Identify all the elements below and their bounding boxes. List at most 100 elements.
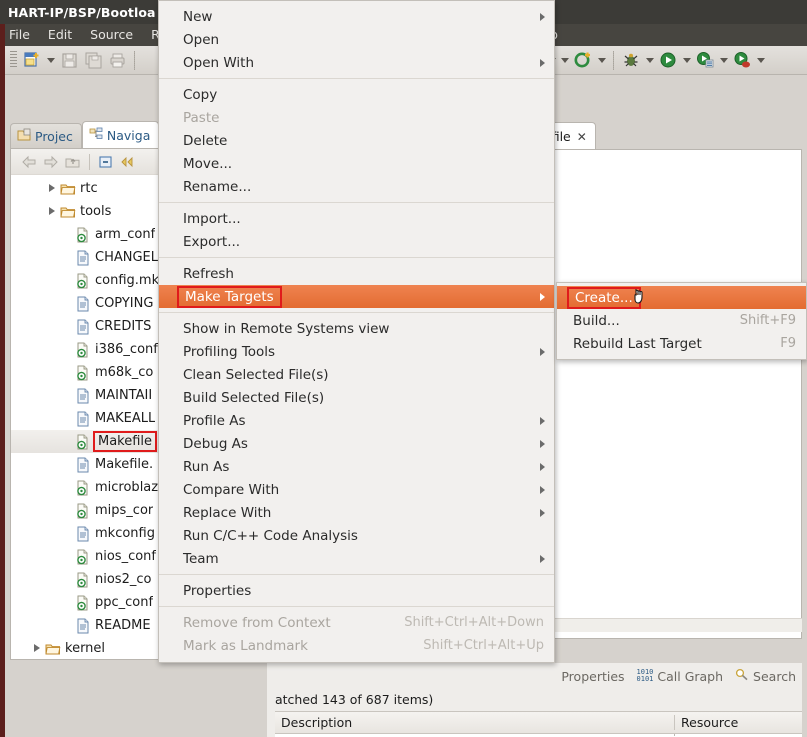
tree-item-label: Makefile <box>93 431 158 452</box>
text-file-icon <box>74 618 92 634</box>
forward-arrow-icon[interactable] <box>41 152 61 172</box>
mouse-cursor <box>632 286 652 314</box>
tab-navigator[interactable]: Naviga <box>81 121 160 149</box>
profile-icon[interactable] <box>694 49 716 71</box>
menu-item-delete[interactable]: Delete <box>159 129 554 152</box>
run-arrow[interactable] <box>680 49 693 71</box>
menu-item-profiling-tools[interactable]: Profiling Tools <box>159 340 554 363</box>
menu-item-label: Clean Selected File(s) <box>183 366 329 383</box>
c-file-icon <box>74 434 92 450</box>
menu-item-refresh[interactable]: Refresh <box>159 262 554 285</box>
problems-table-header: Description Resource <box>275 712 802 734</box>
link-with-editor-icon[interactable] <box>118 152 138 172</box>
new-c-project-icon[interactable] <box>572 49 594 71</box>
menu-separator <box>159 257 554 258</box>
file-context-menu: New Open Open With Copy Paste Delete Move... Re… <box>158 0 555 663</box>
eclipse-ide-window: HART-IP/BSP/Bootloa File Edit Source R p <box>0 0 807 737</box>
menu-item-label: Rename... <box>183 178 252 195</box>
c-file-icon <box>74 342 92 358</box>
run-last-icon[interactable] <box>731 49 753 71</box>
go-up-icon[interactable] <box>63 152 83 172</box>
run-icon[interactable] <box>657 49 679 71</box>
tree-expand-arrow-icon[interactable] <box>45 204 59 219</box>
collapse-all-icon[interactable] <box>96 152 116 172</box>
c-file-icon <box>74 365 92 381</box>
tab-search-label: Search <box>753 668 796 684</box>
menu-item-run-as[interactable]: Run As <box>159 455 554 478</box>
tab-properties[interactable]: Properties <box>557 669 624 684</box>
tab-project-explorer[interactable]: Projec <box>10 123 82 149</box>
tree-expand-arrow-icon[interactable] <box>45 181 59 196</box>
tree-item-label: CREDITS <box>95 319 152 334</box>
menu-item-rename[interactable]: Rename... <box>159 175 554 198</box>
tree-expand-arrow-icon[interactable] <box>30 641 44 656</box>
menu-item-import[interactable]: Import... <box>159 207 554 230</box>
save-icon[interactable] <box>58 49 80 71</box>
menu-item-label: Replace With <box>183 504 272 521</box>
menu-item-new[interactable]: New <box>159 5 554 28</box>
menu-item-compare-with[interactable]: Compare With <box>159 478 554 501</box>
tab-call-graph[interactable]: 1010 0101 Call Graph <box>637 669 724 684</box>
menu-item-run-c-c-code-analysis[interactable]: Run C/C++ Code Analysis <box>159 524 554 547</box>
c-file-icon <box>74 572 92 588</box>
new-dropdown-arrow[interactable] <box>44 49 57 71</box>
menu-item-debug-as[interactable]: Debug As <box>159 432 554 455</box>
menu-separator <box>159 78 554 79</box>
build-dropdown-arrow-2[interactable] <box>558 49 571 71</box>
menu-item-move[interactable]: Move... <box>159 152 554 175</box>
save-all-icon[interactable] <box>82 49 104 71</box>
menu-item-show-in-remote-systems-view[interactable]: Show in Remote Systems view <box>159 317 554 340</box>
run-last-arrow[interactable] <box>754 49 767 71</box>
menu-separator <box>159 606 554 607</box>
menu-item-paste: Paste <box>159 106 554 129</box>
menu-item-clean-selected-file-s[interactable]: Clean Selected File(s) <box>159 363 554 386</box>
menu-item-build-selected-file-s[interactable]: Build Selected File(s) <box>159 386 554 409</box>
back-arrow-icon[interactable] <box>19 152 39 172</box>
menu-item-shortcut: Shift+Ctrl+Alt+Down <box>404 615 544 630</box>
menu-item-label: Run As <box>183 458 230 475</box>
menu-item-export[interactable]: Export... <box>159 230 554 253</box>
column-header-resource[interactable]: Resource <box>675 715 738 730</box>
tree-item-label: config.mk <box>95 273 160 288</box>
menu-item-copy[interactable]: Copy <box>159 83 554 106</box>
navigator-icon <box>89 127 103 144</box>
menu-item-mark-as-landmark: Mark as Landmark Shift+Ctrl+Alt+Up <box>159 634 554 657</box>
toolbar-grip[interactable] <box>10 51 17 69</box>
make-targets-submenu: Create... Build... Shift+F9 Rebuild Last Ta… <box>556 282 807 360</box>
submenu-item-create[interactable]: Create... <box>557 286 806 309</box>
menu-item-label: Run C/C++ Code Analysis <box>183 527 358 544</box>
submenu-arrow-icon <box>540 485 545 494</box>
column-header-description[interactable]: Description <box>275 715 675 730</box>
menu-item-label: Import... <box>183 210 241 227</box>
tree-item-label: mips_cor <box>95 503 154 518</box>
menu-item-make-targets[interactable]: Make Targets <box>159 285 554 308</box>
menu-item-replace-with[interactable]: Replace With <box>159 501 554 524</box>
menu-item-profile-as[interactable]: Profile As <box>159 409 554 432</box>
tab-search[interactable]: Search <box>735 668 796 684</box>
profile-arrow[interactable] <box>717 49 730 71</box>
close-icon[interactable]: ✕ <box>577 130 587 144</box>
menu-file[interactable]: File <box>0 24 39 46</box>
submenu-item-label: Rebuild Last Target <box>573 335 702 352</box>
menu-item-team[interactable]: Team <box>159 547 554 570</box>
debug-arrow[interactable] <box>643 49 656 71</box>
print-icon[interactable] <box>106 49 128 71</box>
text-file-icon <box>74 526 92 542</box>
debug-icon[interactable] <box>620 49 642 71</box>
menu-item-open[interactable]: Open <box>159 28 554 51</box>
submenu-item-rebuild-last-target[interactable]: Rebuild Last Target F9 <box>557 332 806 355</box>
text-file-icon <box>74 411 92 427</box>
submenu-arrow-icon <box>540 12 545 21</box>
menu-edit[interactable]: Edit <box>39 24 81 46</box>
menu-source[interactable]: Source <box>81 24 142 46</box>
text-file-icon <box>74 388 92 404</box>
new-c-project-arrow[interactable] <box>595 49 608 71</box>
menu-item-open-with[interactable]: Open With <box>159 51 554 74</box>
menu-item-properties[interactable]: Properties <box>159 579 554 602</box>
submenu-item-build[interactable]: Build... Shift+F9 <box>557 309 806 332</box>
text-file-icon <box>74 250 92 266</box>
new-file-icon[interactable] <box>21 49 43 71</box>
menu-item-remove-from-context: Remove from Context Shift+Ctrl+Alt+Down <box>159 611 554 634</box>
text-file-icon <box>74 457 92 473</box>
menu-item-label: Compare With <box>183 481 280 498</box>
